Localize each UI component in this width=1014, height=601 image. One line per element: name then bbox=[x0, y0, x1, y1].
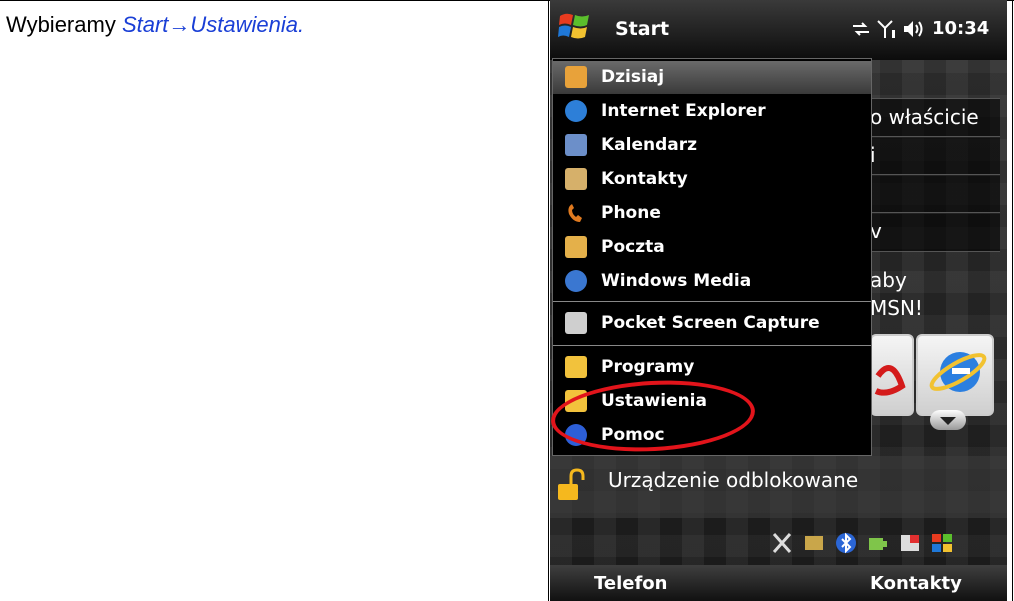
bluetooth-icon[interactable] bbox=[834, 530, 858, 556]
softkey-right[interactable]: Kontakty bbox=[870, 573, 962, 594]
menu-item-programs[interactable]: Programy bbox=[553, 351, 871, 384]
today-item bbox=[870, 174, 1000, 214]
internet-explorer-icon bbox=[929, 352, 987, 392]
instruction-prefix: Wybieramy bbox=[6, 12, 122, 37]
clock[interactable]: 10:34 bbox=[932, 18, 989, 39]
task-manager-icon[interactable] bbox=[898, 530, 922, 556]
softkey-bar: Telefon Kontakty bbox=[550, 565, 1007, 601]
internet-explorer-tile[interactable] bbox=[916, 334, 994, 416]
pdf-reader-tile[interactable] bbox=[870, 334, 914, 416]
menu-separator bbox=[553, 345, 871, 346]
start-menu-title[interactable]: Start bbox=[615, 18, 669, 40]
system-tray bbox=[770, 530, 1005, 562]
menu-item-internet-explorer[interactable]: Internet Explorer bbox=[553, 95, 871, 128]
connectivity-icon[interactable] bbox=[850, 18, 872, 40]
softkey-left[interactable]: Telefon bbox=[594, 573, 668, 594]
unlock-icon bbox=[558, 468, 585, 500]
windows-media-icon bbox=[565, 270, 587, 292]
menu-item-calendar[interactable]: Kalendarz bbox=[553, 129, 871, 162]
contacts-icon bbox=[565, 168, 587, 190]
menu-item-contacts[interactable]: Kontakty bbox=[553, 163, 871, 196]
camera-icon bbox=[565, 312, 587, 334]
menu-item-phone[interactable]: Phone bbox=[553, 197, 871, 230]
windows-logo-icon[interactable] bbox=[558, 10, 592, 44]
today-item-msn: MSN! bbox=[870, 296, 923, 320]
pocket-pc-screen: Start 10:34 o właścicie i v aby MSN! Urz… bbox=[550, 0, 1007, 601]
calendar-icon bbox=[565, 134, 587, 156]
today-item: v bbox=[870, 212, 1000, 252]
volume-icon[interactable] bbox=[902, 18, 928, 40]
today-icon bbox=[565, 66, 587, 88]
signal-icon[interactable] bbox=[876, 18, 898, 40]
start-menu: Dzisiaj Internet Explorer Kalendarz Kont… bbox=[550, 58, 872, 457]
internet-explorer-icon bbox=[565, 100, 587, 122]
menu-item-mail[interactable]: Poczta bbox=[553, 231, 871, 264]
lock-status-label: Urządzenie odblokowane bbox=[608, 468, 859, 492]
chevron-down-icon[interactable] bbox=[930, 410, 966, 430]
tools-icon[interactable] bbox=[770, 530, 794, 556]
menu-item-today[interactable]: Dzisiaj bbox=[553, 61, 871, 94]
table-border-right bbox=[1012, 0, 1013, 601]
menu-item-pocket-screen-capture[interactable]: Pocket Screen Capture bbox=[553, 307, 871, 340]
menu-separator bbox=[553, 301, 871, 302]
lock-bar[interactable]: Urządzenie odblokowane bbox=[550, 456, 1007, 518]
instruction-text: Wybieramy Start→Ustawienia. bbox=[6, 12, 304, 38]
mail-icon bbox=[565, 236, 587, 258]
windows-tray-icon[interactable] bbox=[930, 530, 954, 556]
pdf-icon bbox=[874, 365, 906, 396]
instruction-path: Start→Ustawienia. bbox=[121, 12, 305, 37]
menu-item-windows-media[interactable]: Windows Media bbox=[553, 265, 871, 298]
storage-card-icon[interactable] bbox=[802, 530, 826, 556]
today-item-owner: o właścicie bbox=[870, 98, 1000, 138]
phone-icon bbox=[565, 202, 587, 224]
table-divider bbox=[548, 0, 549, 601]
today-item: i bbox=[870, 136, 1000, 176]
title-bar: Start 10:34 bbox=[550, 0, 1007, 60]
power-icon[interactable] bbox=[866, 530, 890, 556]
folder-icon bbox=[565, 356, 587, 378]
